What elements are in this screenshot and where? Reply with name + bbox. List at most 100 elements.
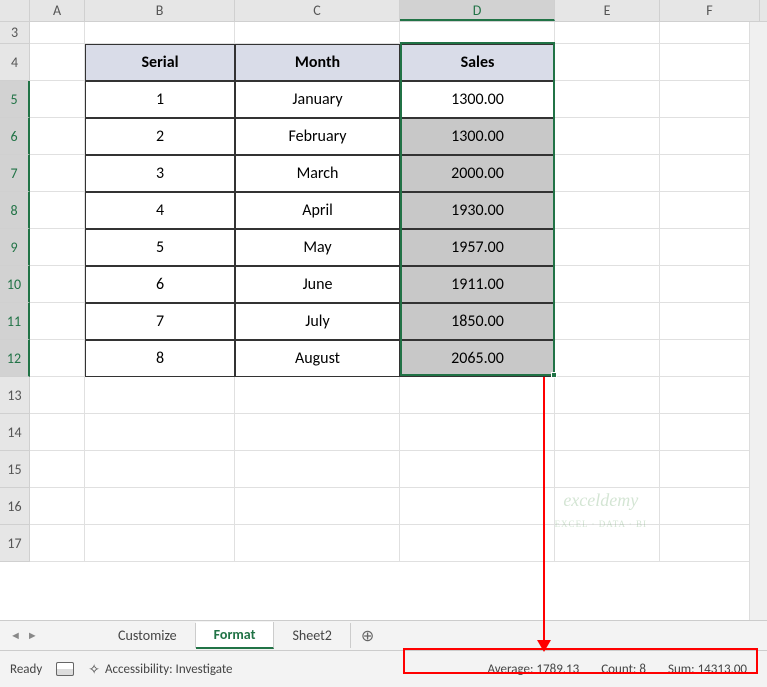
cell-B15[interactable] bbox=[85, 451, 235, 488]
cell-D14[interactable] bbox=[400, 414, 555, 451]
cell-B12[interactable]: 8 bbox=[85, 340, 235, 377]
row-header-15[interactable]: 15 bbox=[0, 451, 30, 488]
cell-E10[interactable] bbox=[555, 266, 660, 303]
cell-F4[interactable] bbox=[660, 44, 760, 81]
cell-A7[interactable] bbox=[30, 155, 85, 192]
cell-A14[interactable] bbox=[30, 414, 85, 451]
cell-A16[interactable] bbox=[30, 488, 85, 525]
row-header-12[interactable]: 12 bbox=[0, 340, 30, 377]
cell-F15[interactable] bbox=[660, 451, 760, 488]
row-header-7[interactable]: 7 bbox=[0, 155, 30, 192]
cell-C8[interactable]: April bbox=[235, 192, 400, 229]
row-header-11[interactable]: 11 bbox=[0, 303, 30, 340]
cell-D15[interactable] bbox=[400, 451, 555, 488]
cell-F13[interactable] bbox=[660, 377, 760, 414]
cell-A6[interactable] bbox=[30, 118, 85, 155]
cell-A15[interactable] bbox=[30, 451, 85, 488]
cell-D7[interactable]: 2000.00 bbox=[400, 155, 555, 192]
cell-B10[interactable]: 6 bbox=[85, 266, 235, 303]
status-aggregates[interactable]: Average: 1789.13 Count: 8 Sum: 14313.00 bbox=[488, 662, 757, 677]
cell-F7[interactable] bbox=[660, 155, 760, 192]
row-header-13[interactable]: 13 bbox=[0, 377, 30, 414]
cell-C16[interactable] bbox=[235, 488, 400, 525]
col-header-B[interactable]: B bbox=[85, 0, 235, 21]
cell-B9[interactable]: 5 bbox=[85, 229, 235, 266]
row-header-10[interactable]: 10 bbox=[0, 266, 30, 303]
cell-E11[interactable] bbox=[555, 303, 660, 340]
cell-D12[interactable]: 2065.00 bbox=[400, 340, 555, 377]
cell-C11[interactable]: July bbox=[235, 303, 400, 340]
cell-C12[interactable]: August bbox=[235, 340, 400, 377]
cell-E7[interactable] bbox=[555, 155, 660, 192]
cell-B5[interactable]: 1 bbox=[85, 81, 235, 118]
cell-A12[interactable] bbox=[30, 340, 85, 377]
accessibility-button[interactable]: ✧ Accessibility: Investigate bbox=[88, 661, 232, 678]
cell-B16[interactable] bbox=[85, 488, 235, 525]
sheet-tab-customize[interactable]: Customize bbox=[100, 623, 196, 648]
cell-B14[interactable] bbox=[85, 414, 235, 451]
col-header-C[interactable]: C bbox=[235, 0, 400, 21]
row-header-16[interactable]: 16 bbox=[0, 488, 30, 525]
cell-A10[interactable] bbox=[30, 266, 85, 303]
cell-D10[interactable]: 1911.00 bbox=[400, 266, 555, 303]
cell-A13[interactable] bbox=[30, 377, 85, 414]
cell-A5[interactable] bbox=[30, 81, 85, 118]
cell-C5[interactable]: January bbox=[235, 81, 400, 118]
cell-F12[interactable] bbox=[660, 340, 760, 377]
row-header-5[interactable]: 5 bbox=[0, 81, 30, 118]
vertical-scrollbar[interactable] bbox=[749, 22, 767, 620]
table-header-sales[interactable]: Sales bbox=[400, 44, 555, 81]
cell-D8[interactable]: 1930.00 bbox=[400, 192, 555, 229]
cell-C9[interactable]: May bbox=[235, 229, 400, 266]
cell-F14[interactable] bbox=[660, 414, 760, 451]
cell-A17[interactable] bbox=[30, 525, 85, 562]
cell-E12[interactable] bbox=[555, 340, 660, 377]
cell-F16[interactable] bbox=[660, 488, 760, 525]
cell-A11[interactable] bbox=[30, 303, 85, 340]
cell-E13[interactable] bbox=[555, 377, 660, 414]
cell-C14[interactable] bbox=[235, 414, 400, 451]
cell-B11[interactable]: 7 bbox=[85, 303, 235, 340]
row-header-9[interactable]: 9 bbox=[0, 229, 30, 266]
row-header-8[interactable]: 8 bbox=[0, 192, 30, 229]
cell-C3[interactable] bbox=[235, 22, 400, 44]
cell-E4[interactable] bbox=[555, 44, 660, 81]
cell-E5[interactable] bbox=[555, 81, 660, 118]
cell-A4[interactable] bbox=[30, 44, 85, 81]
cell-D16[interactable] bbox=[400, 488, 555, 525]
cell-E15[interactable] bbox=[555, 451, 660, 488]
cell-F3[interactable] bbox=[660, 22, 760, 44]
cell-F17[interactable] bbox=[660, 525, 760, 562]
col-header-F[interactable]: F bbox=[660, 0, 760, 21]
add-sheet-button[interactable]: ⊕ bbox=[351, 622, 384, 650]
col-header-D[interactable]: D bbox=[400, 0, 555, 21]
table-header-month[interactable]: Month bbox=[235, 44, 400, 81]
cell-C15[interactable] bbox=[235, 451, 400, 488]
cell-E8[interactable] bbox=[555, 192, 660, 229]
cell-A9[interactable] bbox=[30, 229, 85, 266]
table-header-serial[interactable]: Serial bbox=[85, 44, 235, 81]
cell-B6[interactable]: 2 bbox=[85, 118, 235, 155]
cell-F9[interactable] bbox=[660, 229, 760, 266]
cell-E3[interactable] bbox=[555, 22, 660, 44]
row-header-14[interactable]: 14 bbox=[0, 414, 30, 451]
tab-next-icon[interactable]: ► bbox=[25, 627, 40, 644]
cell-D13[interactable] bbox=[400, 377, 555, 414]
cell-B8[interactable]: 4 bbox=[85, 192, 235, 229]
cell-C10[interactable]: June bbox=[235, 266, 400, 303]
cell-F5[interactable] bbox=[660, 81, 760, 118]
col-header-A[interactable]: A bbox=[30, 0, 85, 21]
spreadsheet-grid[interactable]: A B C D E F 3 4 Serial Month Sales 5 bbox=[0, 0, 767, 620]
row-header-17[interactable]: 17 bbox=[0, 525, 30, 562]
cell-A8[interactable] bbox=[30, 192, 85, 229]
sheet-tab-sheet2[interactable]: Sheet2 bbox=[274, 623, 350, 648]
cell-D17[interactable] bbox=[400, 525, 555, 562]
cell-C6[interactable]: February bbox=[235, 118, 400, 155]
cell-B13[interactable] bbox=[85, 377, 235, 414]
cell-C13[interactable] bbox=[235, 377, 400, 414]
cell-D3[interactable] bbox=[400, 22, 555, 44]
col-header-E[interactable]: E bbox=[555, 0, 660, 21]
tab-prev-icon[interactable]: ◄ bbox=[8, 627, 23, 644]
macro-record-icon[interactable] bbox=[56, 662, 74, 676]
cell-E9[interactable] bbox=[555, 229, 660, 266]
